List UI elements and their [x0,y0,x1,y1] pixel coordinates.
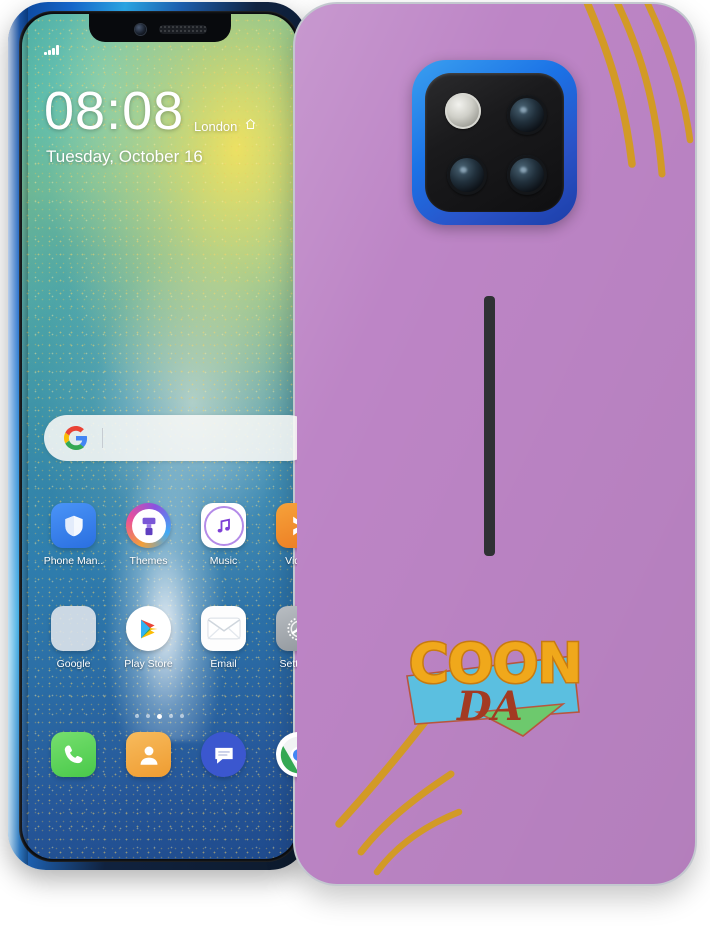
camera-module [425,73,564,212]
app-google-folder[interactable]: Google [36,606,111,670]
dock: Phone Contacts Messages [36,732,297,796]
page-indicator [22,714,297,719]
wallpaper-highlight [104,453,226,741]
phone-bezel: 08:08 London Tuesday, October 16 Phone M… [19,11,300,862]
app-label: Themes [129,555,168,567]
lockscreen-clock: 08:08 [44,81,185,141]
lockscreen-date: Tuesday, October 16 [46,147,203,166]
home-icon [245,118,256,129]
phone-screen: 08:08 London Tuesday, October 16 Phone M… [22,14,297,859]
signal-bars-icon [44,44,59,55]
page-dot[interactable] [180,714,184,718]
camera-lens-icon [507,95,547,135]
gear-icon [276,606,297,651]
app-label: Video [285,555,297,567]
chat-bubble-icon [201,732,246,777]
app-video[interactable]: Video [261,503,297,567]
envelope-icon [201,606,246,651]
side-button-strip [484,296,495,556]
camera-lens-icon [507,155,547,195]
front-camera-icon [134,24,146,35]
page-dot-active[interactable] [157,714,162,719]
dock-contacts[interactable]: Contacts [111,732,186,796]
app-label: Google [56,658,91,670]
logo-word-bottom: DA [456,683,523,730]
app-label: Email [210,658,237,670]
paintbrush-icon [126,503,171,548]
app-label: Phone Man.. [43,555,104,567]
app-email[interactable]: Email [186,606,261,670]
dock-messages[interactable]: Messages [186,732,261,796]
app-phone-manager[interactable]: Phone Man.. [36,503,111,567]
chrome-icon [276,732,297,777]
app-grid-row-1: Phone Man.. Themes Music Vi [36,503,297,567]
app-play-store[interactable]: Play Store [111,606,186,670]
app-grid-row-2: Google Play Store Email Sett [36,606,297,670]
dock-chrome[interactable]: Chrome [261,732,297,796]
camera-flash-icon [445,93,481,129]
play-store-icon [126,606,171,651]
page-dot[interactable] [146,714,150,718]
person-icon [126,732,171,777]
display-notch [88,14,231,42]
screenshot-stage: 08:08 London Tuesday, October 16 Phone M… [0,0,710,930]
coonda-logo: COON DA [406,631,584,737]
page-dot[interactable] [169,714,173,718]
app-settings[interactable]: Settings [261,606,297,670]
search-divider [102,428,103,448]
app-label: Music [209,555,238,567]
app-label: Settings [279,658,297,670]
google-g-icon [64,426,88,450]
phone-handset-icon [51,732,96,777]
google-folder-icon [51,606,96,651]
google-search-bar[interactable] [44,415,297,461]
lockscreen-location: London [194,119,238,134]
play-triangle-icon [276,503,297,548]
dock-phone[interactable]: Phone [36,732,111,796]
phone-device: 08:08 London Tuesday, October 16 Phone M… [8,2,308,870]
earpiece-speaker-icon [158,25,207,34]
camera-lens-icon [447,155,487,195]
music-note-icon [201,503,246,548]
shield-icon [51,503,96,548]
case-camera-cutout [412,60,577,225]
app-music[interactable]: Music [186,503,261,567]
page-dot[interactable] [135,714,139,718]
app-themes[interactable]: Themes [111,503,186,567]
app-label: Play Store [124,658,173,670]
phone-case: COON DA [293,2,697,886]
